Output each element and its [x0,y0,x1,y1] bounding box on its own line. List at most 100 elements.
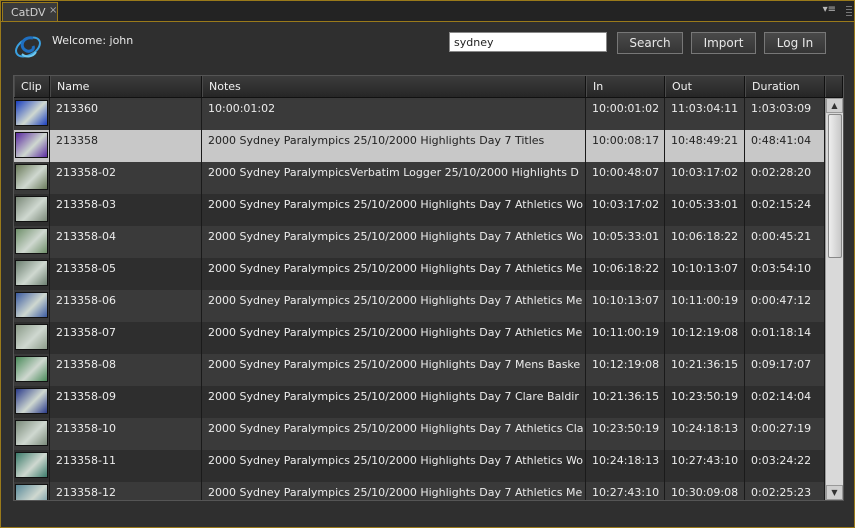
cell-out: 10:10:13:07 [665,258,745,290]
clip-thumbnail[interactable] [15,196,48,222]
cell-out: 10:48:49:21 [665,130,745,162]
cell-name: 213358-04 [50,226,202,258]
cell-name: 213358-11 [50,450,202,482]
cell-clip [14,226,50,258]
login-button[interactable]: Log In [764,32,826,54]
cell-notes: 2000 Sydney Paralympics 25/10/2000 Highl… [202,482,586,500]
column-header-out[interactable]: Out [665,76,745,97]
clip-thumbnail[interactable] [15,132,48,158]
cell-in: 10:21:36:15 [586,386,665,418]
cell-name: 213358-10 [50,418,202,450]
search-input[interactable] [449,32,607,52]
cell-duration: 0:02:14:04 [745,386,825,418]
vertical-scrollbar[interactable]: ▲ ▼ [825,98,843,500]
cell-notes: 2000 Sydney Paralympics 25/10/2000 Highl… [202,322,586,354]
cell-name: 213358-06 [50,290,202,322]
column-header-duration[interactable]: Duration [745,76,825,97]
cell-duration: 0:00:27:19 [745,418,825,450]
cell-clip [14,258,50,290]
cell-out: 10:24:18:13 [665,418,745,450]
cell-in: 10:00:48:07 [586,162,665,194]
cell-duration: 0:02:15:24 [745,194,825,226]
cell-notes: 2000 Sydney Paralympics 25/10/2000 Highl… [202,450,586,482]
clip-thumbnail[interactable] [15,452,48,478]
scroll-up-icon[interactable]: ▲ [826,98,843,113]
cell-clip [14,450,50,482]
cell-clip [14,290,50,322]
table-row[interactable]: 213360 10:00:01:02 10:00:01:02 11:03:04:11 1… [14,98,825,130]
clip-thumbnail[interactable] [15,388,48,414]
cell-name: 213358-02 [50,162,202,194]
cell-in: 10:27:43:10 [586,482,665,500]
clip-thumbnail[interactable] [15,260,48,286]
cell-duration: 0:03:24:22 [745,450,825,482]
clip-thumbnail[interactable] [15,324,48,350]
table-row[interactable]: 213358-05 2000 Sydney Paralympics 25/10/2… [14,258,825,290]
tab-catdv[interactable]: CatDV × [2,2,58,21]
cell-clip [14,418,50,450]
catdv-logo-icon [15,36,41,58]
table-row[interactable]: 213358-06 2000 Sydney Paralympics 25/10/2… [14,290,825,322]
table-row[interactable]: 213358-07 2000 Sydney Paralympics 25/10/2… [14,322,825,354]
clip-thumbnail[interactable] [15,484,48,500]
table-row[interactable]: 213358-12 2000 Sydney Paralympics 25/10/2… [14,482,825,500]
cell-duration: 0:48:41:04 [745,130,825,162]
cell-notes: 2000 Sydney Paralympics 25/10/2000 Highl… [202,354,586,386]
table-row[interactable]: 213358-08 2000 Sydney Paralympics 25/10/2… [14,354,825,386]
import-button[interactable]: Import [691,32,756,54]
cell-duration: 1:03:03:09 [745,98,825,130]
cell-in: 10:11:00:19 [586,322,665,354]
cell-name: 213358 [50,130,202,162]
cell-clip [14,194,50,226]
cell-duration: 0:01:18:14 [745,322,825,354]
cell-notes: 2000 Sydney Paralympics 25/10/2000 Highl… [202,290,586,322]
scroll-down-icon[interactable]: ▼ [826,485,843,500]
panel-grip-icon[interactable] [846,4,852,16]
cell-name: 213358-12 [50,482,202,500]
search-button[interactable]: Search [617,32,683,54]
column-header-clip[interactable]: Clip [14,76,50,97]
cell-in: 10:03:17:02 [586,194,665,226]
table-row[interactable]: 213358-11 2000 Sydney Paralympics 25/10/2… [14,450,825,482]
cell-out: 10:27:43:10 [665,450,745,482]
table-row[interactable]: 213358-04 2000 Sydney Paralympics 25/10/2… [14,226,825,258]
scrollbar-thumb[interactable] [828,114,842,258]
cell-notes: 2000 Sydney Paralympics 25/10/2000 Highl… [202,226,586,258]
cell-notes: 2000 Sydney Paralympics 25/10/2000 Highl… [202,418,586,450]
table-row[interactable]: 213358-03 2000 Sydney Paralympics 25/10/2… [14,194,825,226]
cell-in: 10:00:01:02 [586,98,665,130]
cell-duration: 0:03:54:10 [745,258,825,290]
cell-out: 10:23:50:19 [665,386,745,418]
column-header-notes[interactable]: Notes [202,76,586,97]
column-header-in[interactable]: In [586,76,665,97]
table-row[interactable]: 213358-10 2000 Sydney Paralympics 25/10/2… [14,418,825,450]
cell-duration: 0:02:28:20 [745,162,825,194]
cell-name: 213358-09 [50,386,202,418]
column-header-name[interactable]: Name [50,76,202,97]
welcome-text: Welcome: john [52,34,134,47]
cell-clip [14,162,50,194]
panel-menu-icon[interactable]: ▾≡ [823,4,836,15]
clip-thumbnail[interactable] [15,356,48,382]
tab-label: CatDV [11,6,46,19]
clip-thumbnail[interactable] [15,164,48,190]
table-body: 213360 10:00:01:02 10:00:01:02 11:03:04:11 1… [14,98,825,500]
cell-notes: 2000 Sydney Paralympics 25/10/2000 Highl… [202,258,586,290]
cell-in: 10:12:19:08 [586,354,665,386]
catdv-panel: CatDV × ▾≡ Welcome: john Search Import L… [0,0,855,528]
cell-name: 213358-05 [50,258,202,290]
table-row[interactable]: 213358-09 2000 Sydney Paralympics 25/10/2… [14,386,825,418]
table-row[interactable]: 213358-02 2000 Sydney ParalympicsVerbatim… [14,162,825,194]
cell-clip [14,98,50,130]
cell-in: 10:05:33:01 [586,226,665,258]
clip-thumbnail[interactable] [15,420,48,446]
clip-thumbnail[interactable] [15,100,48,126]
clip-thumbnail[interactable] [15,292,48,318]
header: Welcome: john Search Import Log In [1,22,854,74]
cell-clip [14,482,50,500]
cell-name: 213358-03 [50,194,202,226]
table-row[interactable]: 213358 2000 Sydney Paralympics 25/10/2000… [14,130,825,162]
cell-duration: 0:09:17:07 [745,354,825,386]
clip-thumbnail[interactable] [15,228,48,254]
close-icon[interactable]: × [49,5,57,16]
